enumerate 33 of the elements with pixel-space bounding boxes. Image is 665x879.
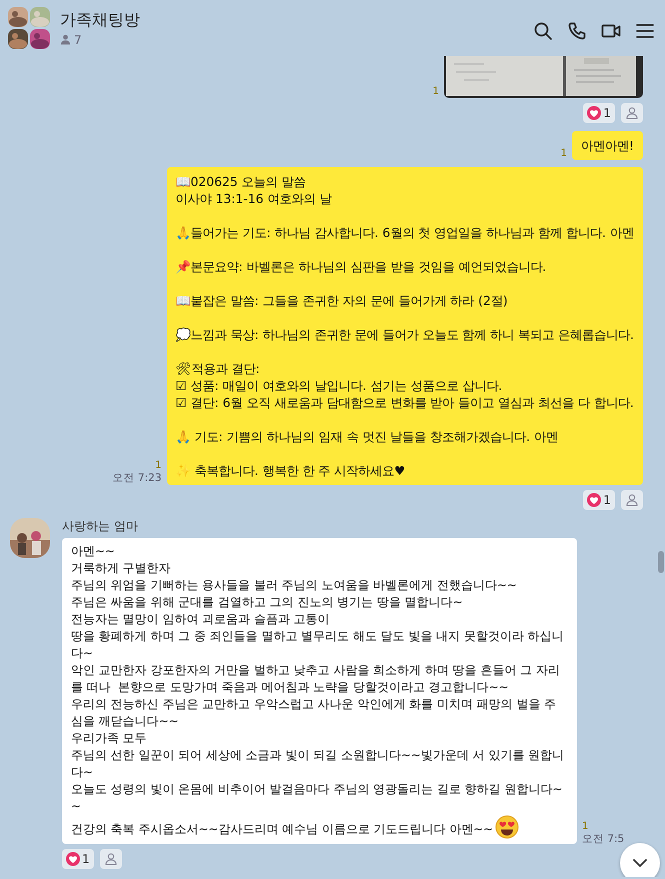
message-bubble: 아멘~~ 거룩하게 구별한자 주님의 위엄을 기뻐하는 용사들을 불러 주님의 노여움을 바벨론에게 전했습니다~~ 주님은 싸움을 위해 군대를 검열하고 그의 진노의 병기는 땅을 멸합니다~ 전능자는 멸망이 임하여 괴로움과 슬픔과 고통이 땅을 황폐하게 하며 그 중 죄인들을 멸하고 별무리도 해도 달도 빛을 내지 못할것이라 하십니다~ 악인 교만한자 강포한자의 거만을 벌하고 낮추고 사람을 희소하게 하며 땅을 흔들어 그 자리를 떠나 본향으로 도망가며 죽음과 메어침과 노략을 당할것이라고 경고합니다~~ 우리의 전능하신 주님은 교만하고 우악스럽고 사나운 악인에게 화를 미치며 패망의 벌을 주심을 깨닫습니다~~ 우리가족 모두 주님의 선한 일꾼이 되어 세상에 소금과 빛이 되길 소원합니다~~빛가운데 서 있기를 원합니다~ 오늘도 성령의 빛이 온몸에 비추이어 발걸음마다 주님의 영광돌리는 길로 향하길 원합니다~~ 건강의 축복 주시옵소서~~감사드리며 예수님 이름으로 기도드립니다 아멘~~: [62, 538, 577, 844]
like-reaction[interactable]: 1: [583, 103, 615, 123]
phone-button[interactable]: [567, 21, 587, 41]
menu-icon: [635, 21, 655, 41]
scrollbar-thumb[interactable]: [658, 551, 664, 573]
person-icon: [625, 106, 639, 120]
chat-title: 가족채팅방: [60, 10, 141, 30]
unread-count: 1: [560, 147, 568, 160]
phone-icon: [567, 21, 587, 41]
message-time: 오전 7:5: [582, 833, 624, 846]
unread-count: 1: [155, 459, 162, 472]
unread-count: 1: [582, 820, 588, 833]
search-button[interactable]: [533, 21, 553, 41]
search-icon: [533, 21, 553, 41]
message-bubble: 아멘아멘!: [572, 131, 643, 160]
like-reaction[interactable]: 1: [62, 849, 94, 869]
person-icon: [625, 493, 639, 507]
scroll-down-button[interactable]: [620, 843, 660, 877]
member-count: 7: [74, 32, 82, 46]
add-reaction-button[interactable]: [621, 103, 643, 123]
message-time: 오전 7:23: [112, 472, 162, 485]
add-reaction-button[interactable]: [621, 490, 643, 510]
group-avatar-icon: [8, 7, 50, 49]
member-icon: [60, 34, 71, 45]
sender-avatar[interactable]: [10, 518, 50, 558]
menu-button[interactable]: [635, 21, 655, 41]
like-reaction[interactable]: 1: [583, 490, 615, 510]
message-bubble: 📖020625 오늘의 말씀 이사야 13:1-16 여호와의 날 🙏들어가는 기도: 하나님 감사합니다. 6월의 첫 영업일을 하나님과 함께 합니다. 아멘 📌본문요약: 바벨론은 하나님의 심판을 받을 것임을 예언되었습니다. 📖붙잡은 말씀: 그들을 존귀한 자의 문에 들어가게 하라 (2절) 💭느낌과 묵상: 하나님의 존귀한 문에 들어가 오늘도 함께 하니 복되고 은혜롭습니다. 🛠적용과 결단: ☑ 성품: 매일이 여호와의 날입니다. 섬기는 성품으로 삽니다. ☑ 결단: 6월 오직 새로움과 담대함으로 변화를 받아 들이고 열심과 최선을 다 합니다. 🙏 기도: 기쁨의 하나님의 임재 속 멋진 날들을 창조해가겠습니다. 아멘 ✨ 축복합니다. 행복한 한 주 시작하세요♥: [166, 167, 643, 485]
add-reaction-button[interactable]: [100, 849, 122, 869]
sender-name: 사랑하는 엄마: [62, 518, 139, 535]
heart-eyes-emoji-icon: [495, 815, 520, 839]
person-icon: [104, 852, 118, 866]
unread-count: 1: [432, 85, 439, 98]
